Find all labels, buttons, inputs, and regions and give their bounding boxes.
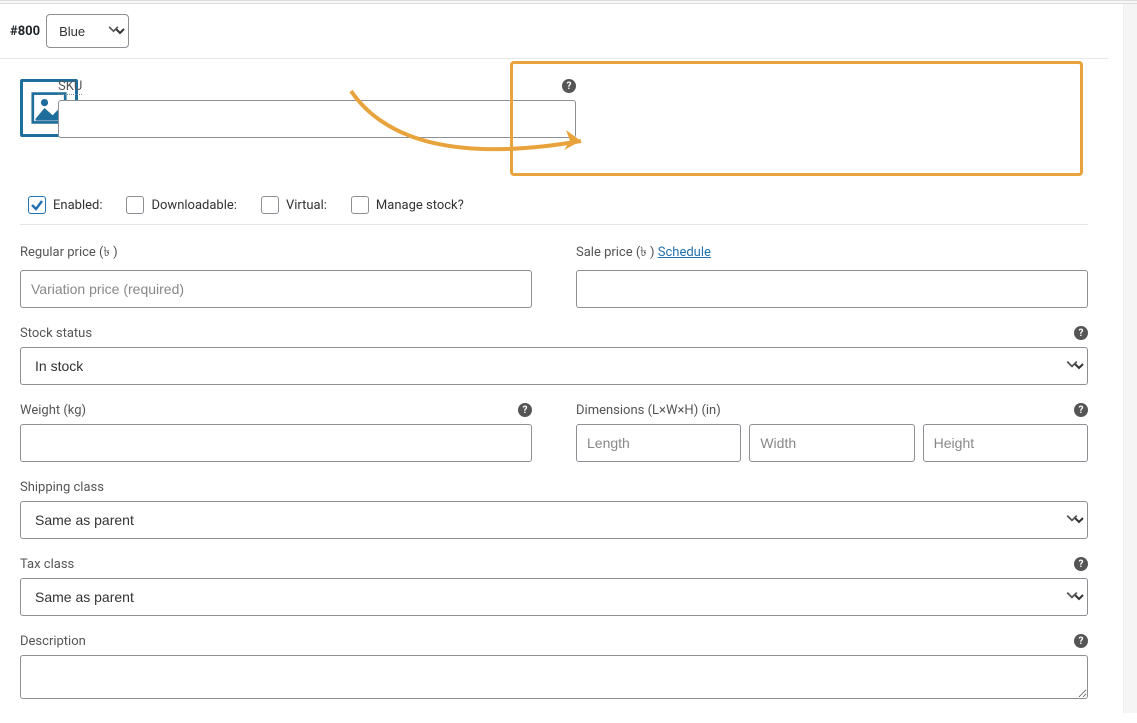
sku-input[interactable] xyxy=(58,100,576,138)
stock-status-select[interactable]: In stock xyxy=(20,347,1088,385)
regular-price-input[interactable] xyxy=(20,270,532,308)
width-input[interactable] xyxy=(749,424,914,462)
downloadable-label: Downloadable: xyxy=(151,198,236,213)
virtual-check[interactable]: Virtual: xyxy=(261,196,327,214)
upper-row: SKU ? xyxy=(20,79,1088,159)
outer-scrollbar[interactable] xyxy=(1123,4,1137,713)
help-icon[interactable]: ? xyxy=(1074,634,1088,648)
tax-class-group: Tax class ? Same as parent xyxy=(20,557,1088,616)
downloadable-check[interactable]: Downloadable: xyxy=(126,196,236,214)
virtual-label: Virtual: xyxy=(286,198,327,213)
shipping-class-select[interactable]: Same as parent xyxy=(20,501,1088,539)
annotation-highlight-box xyxy=(510,61,1083,176)
help-icon[interactable]: ? xyxy=(1074,326,1088,340)
sale-price-group: Sale price (৳ ) Schedule xyxy=(576,243,1088,308)
weight-input[interactable] xyxy=(20,424,532,462)
manage-stock-check[interactable]: Manage stock? xyxy=(351,196,464,214)
help-icon[interactable]: ? xyxy=(562,79,576,93)
variation-header-row: #800 Blue xyxy=(0,4,1108,59)
variation-panel: SKU ? Enabled: Downloadable: Virtual: xyxy=(0,59,1108,723)
description-group: Description ? xyxy=(20,634,1088,703)
variation-id-label: #800 xyxy=(10,24,40,39)
description-label: Description xyxy=(20,634,1088,649)
manage-stock-label: Manage stock? xyxy=(376,198,464,213)
shipping-class-group: Shipping class Same as parent xyxy=(20,480,1088,539)
weight-label: Weight (kg) xyxy=(20,403,532,418)
sale-price-label: Sale price (৳ ) xyxy=(576,245,658,260)
dimensions-label: Dimensions (L×W×H) (in) xyxy=(576,403,1088,418)
regular-price-label: Regular price (৳ ) xyxy=(20,243,532,264)
checkbox-empty-icon xyxy=(351,196,369,214)
checkbox-empty-icon xyxy=(261,196,279,214)
help-icon[interactable]: ? xyxy=(1074,403,1088,417)
attribute-select-wrap: Blue xyxy=(40,14,129,48)
height-input[interactable] xyxy=(923,424,1088,462)
sku-label: SKU xyxy=(58,79,82,95)
sale-price-input[interactable] xyxy=(576,270,1088,308)
checkbox-empty-icon xyxy=(126,196,144,214)
checkbox-row: Enabled: Downloadable: Virtual: Manage s… xyxy=(20,184,1088,225)
tax-class-label: Tax class xyxy=(20,557,1088,572)
sku-field-group: SKU ? xyxy=(58,79,576,138)
tax-class-select[interactable]: Same as parent xyxy=(20,578,1088,616)
shipping-class-label: Shipping class xyxy=(20,480,1088,495)
length-input[interactable] xyxy=(576,424,741,462)
weight-group: Weight (kg) ? xyxy=(20,403,532,462)
enabled-label: Enabled: xyxy=(53,198,102,213)
help-icon[interactable]: ? xyxy=(518,403,532,417)
schedule-link[interactable]: Schedule xyxy=(658,245,711,260)
attribute-color-select[interactable]: Blue xyxy=(46,14,129,48)
stock-status-label: Stock status xyxy=(20,326,1088,341)
help-icon[interactable]: ? xyxy=(1074,557,1088,571)
dimensions-group: Dimensions (L×W×H) (in) ? xyxy=(576,403,1088,462)
regular-price-group: Regular price (৳ ) xyxy=(20,243,532,308)
description-textarea[interactable] xyxy=(20,655,1088,699)
enabled-check[interactable]: Enabled: xyxy=(28,196,102,214)
stock-status-group: Stock status ? In stock xyxy=(20,326,1088,385)
checkbox-checked-icon xyxy=(28,196,46,214)
